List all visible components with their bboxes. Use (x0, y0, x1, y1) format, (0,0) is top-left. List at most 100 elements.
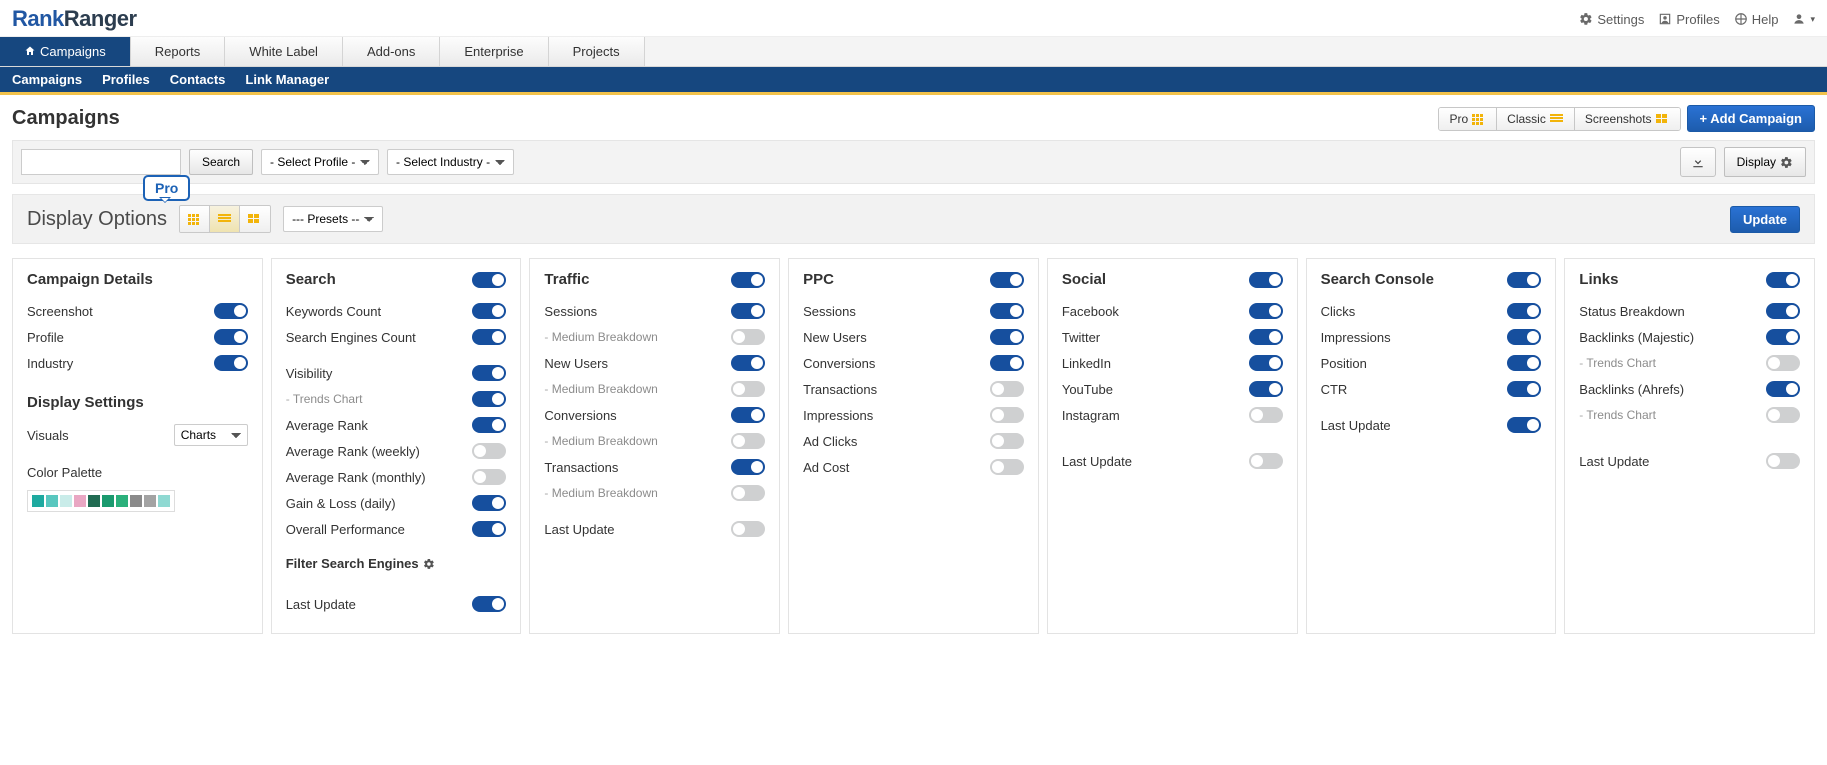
palette-swatch[interactable] (88, 495, 100, 507)
presets-select[interactable]: --- Presets --- (283, 206, 383, 232)
toggle-sc-impressions[interactable] (1507, 329, 1541, 345)
toggle-sc-ctr[interactable] (1507, 381, 1541, 397)
toggle-status-breakdown[interactable] (1766, 303, 1800, 319)
toggle-ppc-new-users[interactable] (990, 329, 1024, 345)
display-button[interactable]: Display (1724, 147, 1806, 177)
toggle-industry[interactable] (214, 355, 248, 371)
palette-swatch[interactable] (116, 495, 128, 507)
view-mode-screenshots[interactable]: Screenshots (1575, 108, 1680, 130)
nav-tab-addons[interactable]: Add-ons (343, 37, 440, 66)
palette-swatch[interactable] (46, 495, 58, 507)
palette-swatch[interactable] (74, 495, 86, 507)
toggle-traffic-last-update[interactable] (731, 521, 765, 537)
toggle-sessions-mb[interactable] (731, 329, 765, 345)
color-palette[interactable] (27, 490, 175, 512)
toggle-linkedin[interactable] (1249, 355, 1283, 371)
toggle-ppc-impressions[interactable] (990, 407, 1024, 423)
panel-title: Search Console (1321, 271, 1434, 288)
subnav-campaigns[interactable]: Campaigns (12, 72, 82, 87)
toggle-links-last-update[interactable] (1766, 453, 1800, 469)
toggle-ahrefs-trends[interactable] (1766, 407, 1800, 423)
toggle-traffic-all[interactable] (731, 272, 765, 288)
toggle-sc-clicks[interactable] (1507, 303, 1541, 319)
subnav-contacts[interactable]: Contacts (170, 72, 226, 87)
toggle-youtube[interactable] (1249, 381, 1283, 397)
toggle-se-count[interactable] (472, 329, 506, 345)
toggle-traffic-sessions[interactable] (731, 303, 765, 319)
subnav-link-manager[interactable]: Link Manager (245, 72, 329, 87)
layout-toggle-3[interactable] (240, 206, 270, 232)
toggle-profile[interactable] (214, 329, 248, 345)
nav-tab-projects[interactable]: Projects (549, 37, 645, 66)
nav-tab-campaigns[interactable]: Campaigns (0, 37, 131, 66)
toggle-newusers-mb[interactable] (731, 381, 765, 397)
toggle-sc-last-update[interactable] (1507, 417, 1541, 433)
toggle-traffic-conversions[interactable] (731, 407, 765, 423)
filter-search-engines[interactable]: Filter Search Engines (286, 556, 507, 571)
toggle-facebook[interactable] (1249, 303, 1283, 319)
toggle-traffic-new-users[interactable] (731, 355, 765, 371)
opt-backlinks-majestic: Backlinks (Majestic) (1579, 330, 1694, 345)
update-button[interactable]: Update (1730, 206, 1800, 233)
search-input[interactable] (21, 149, 181, 175)
toggle-overall-perf[interactable] (472, 521, 506, 537)
visuals-select[interactable]: Charts (174, 424, 248, 446)
palette-swatch[interactable] (144, 495, 156, 507)
toggle-twitter[interactable] (1249, 329, 1283, 345)
view-mode-pro[interactable]: Pro (1439, 108, 1497, 130)
toggle-backlinks-majestic[interactable] (1766, 329, 1800, 345)
toggle-avg-rank-w[interactable] (472, 443, 506, 459)
toggle-social-last-update[interactable] (1249, 453, 1283, 469)
layout-toggle-2[interactable] (210, 206, 240, 232)
palette-swatch[interactable] (60, 495, 72, 507)
toggle-visibility-trends[interactable] (472, 391, 506, 407)
toggle-majestic-trends[interactable] (1766, 355, 1800, 371)
palette-swatch[interactable] (102, 495, 114, 507)
toggle-backlinks-ahrefs[interactable] (1766, 381, 1800, 397)
nav-tab-campaigns-label: Campaigns (40, 44, 106, 59)
toggle-links-all[interactable] (1766, 272, 1800, 288)
layout-toggle-1[interactable] (180, 206, 210, 232)
toggle-instagram[interactable] (1249, 407, 1283, 423)
toggle-keywords-count[interactable] (472, 303, 506, 319)
profiles-link[interactable]: Profiles (1658, 12, 1719, 27)
nav-tab-enterprise[interactable]: Enterprise (440, 37, 548, 66)
toggle-ppc-transactions[interactable] (990, 381, 1024, 397)
toggle-sc-all[interactable] (1507, 272, 1541, 288)
search-button[interactable]: Search (189, 149, 253, 175)
help-link[interactable]: Help (1734, 12, 1779, 27)
toggle-traffic-transactions[interactable] (731, 459, 765, 475)
user-menu[interactable]: ▾ (1792, 12, 1815, 26)
nav-tab-reports[interactable]: Reports (131, 37, 226, 66)
palette-swatch[interactable] (32, 495, 44, 507)
toggle-transactions-mb[interactable] (731, 485, 765, 501)
toggle-social-all[interactable] (1249, 272, 1283, 288)
view-mode-classic[interactable]: Classic (1497, 108, 1575, 130)
toggle-conversions-mb[interactable] (731, 433, 765, 449)
toggle-search-last-update[interactable] (472, 596, 506, 612)
toggle-ppc-conversions[interactable] (990, 355, 1024, 371)
subnav-profiles[interactable]: Profiles (102, 72, 150, 87)
add-campaign-button[interactable]: + Add Campaign (1687, 105, 1815, 132)
toggle-ppc-ad-clicks[interactable] (990, 433, 1024, 449)
toggle-avg-rank-m[interactable] (472, 469, 506, 485)
select-profile[interactable]: - Select Profile - (261, 149, 379, 175)
select-industry[interactable]: - Select Industry - (387, 149, 514, 175)
opt-profile: Profile (27, 330, 64, 345)
toggle-visibility[interactable] (472, 365, 506, 381)
download-button[interactable] (1680, 147, 1716, 177)
toggle-gain-loss[interactable] (472, 495, 506, 511)
nav-tab-white-label[interactable]: White Label (225, 37, 343, 66)
toggle-avg-rank[interactable] (472, 417, 506, 433)
toggle-screenshot[interactable] (214, 303, 248, 319)
toggle-ppc-sessions[interactable] (990, 303, 1024, 319)
palette-swatch[interactable] (158, 495, 170, 507)
opt-industry: Industry (27, 356, 73, 371)
toggle-search-all[interactable] (472, 272, 506, 288)
opt-ppc-impressions: Impressions (803, 408, 873, 423)
toggle-sc-position[interactable] (1507, 355, 1541, 371)
settings-link[interactable]: Settings (1579, 12, 1644, 27)
toggle-ppc-all[interactable] (990, 272, 1024, 288)
toggle-ppc-ad-cost[interactable] (990, 459, 1024, 475)
palette-swatch[interactable] (130, 495, 142, 507)
